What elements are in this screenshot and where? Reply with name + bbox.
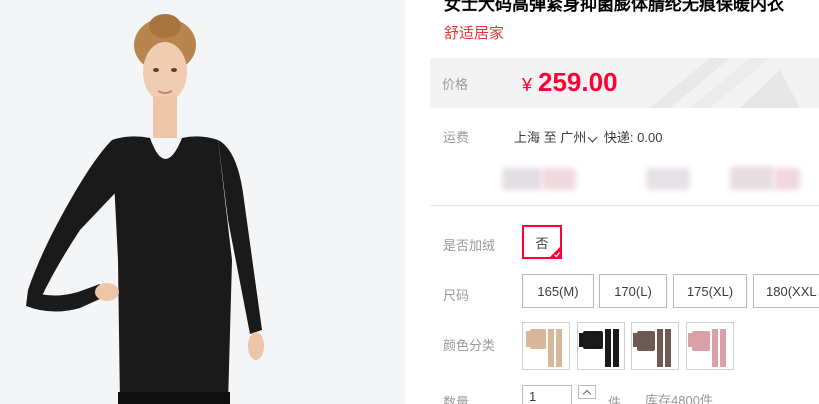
shop-name-link[interactable]: 舒适居家 (444, 22, 504, 43)
selected-check-icon (549, 246, 561, 258)
color-swatch-pink[interactable] (686, 322, 734, 370)
quantity-label: 数量 (443, 395, 470, 404)
size-option-175xl[interactable]: 175(XL) (673, 274, 747, 308)
price-panel: 价格 ¥ 259.00 (430, 58, 819, 108)
blurred-promo-area (430, 150, 819, 206)
price-value: 259.00 (538, 67, 618, 97)
ship-from: 上海 (514, 130, 541, 145)
product-image-area (0, 0, 405, 404)
chevron-down-icon (587, 132, 598, 143)
brown-set-thumbnail (633, 329, 671, 367)
blurred-block (542, 168, 576, 190)
fleece-option-no[interactable]: 否 (522, 225, 562, 259)
color-swatch-brown[interactable] (631, 322, 679, 370)
product-photo[interactable] (0, 0, 405, 404)
quantity-increase-button[interactable] (578, 385, 596, 399)
blurred-block (774, 168, 800, 190)
product-page: 女士大码高弹紧身抑菌膨体腈纶无痕保暖内衣 舒适居家 价格 ¥ 259.00 运费… (0, 0, 819, 404)
price-band-decoration (650, 58, 800, 108)
size-option-170l[interactable]: 170(L) (599, 274, 667, 308)
beige-set-thumbnail (526, 329, 562, 367)
price-currency: ¥ (522, 75, 533, 95)
ship-to-word: 至 (543, 130, 557, 145)
blurred-block (646, 168, 690, 190)
quantity-unit: 件 (608, 395, 622, 404)
color-label: 颜色分类 (443, 338, 496, 353)
ship-destination: 广州 (560, 130, 587, 145)
pink-set-thumbnail (688, 329, 726, 367)
ship-method: 快递: 0.00 (603, 130, 663, 145)
product-info-panel: 女士大码高弹紧身抑菌膨体腈纶无痕保暖内衣 舒适居家 价格 ¥ 259.00 运费… (430, 0, 819, 404)
color-swatch-black[interactable] (577, 322, 625, 370)
fleece-label: 是否加绒 (443, 238, 496, 253)
shipping-info: 上海 至 广州 快递: 0.00 (514, 127, 662, 146)
color-swatch-beige[interactable] (522, 322, 570, 370)
product-title: 女士大码高弹紧身抑菌膨体腈纶无痕保暖内衣 (444, 0, 784, 14)
fleece-option-label: 否 (535, 235, 549, 251)
blurred-block (730, 166, 774, 190)
blurred-block (502, 168, 542, 190)
price-label: 价格 (442, 77, 469, 92)
divider (430, 205, 819, 206)
shipping-label: 运费 (443, 130, 470, 145)
stock-count: 库存4800件 (645, 393, 713, 404)
black-set-thumbnail (579, 329, 619, 367)
chevron-up-icon (582, 389, 592, 398)
size-label: 尺码 (443, 288, 470, 303)
quantity-input[interactable]: 1 (522, 385, 572, 404)
size-option-180xxl[interactable]: 180(XXL (753, 274, 819, 308)
size-option-165m[interactable]: 165(M) (522, 274, 594, 308)
ship-destination-select[interactable]: 广州 (560, 130, 600, 145)
